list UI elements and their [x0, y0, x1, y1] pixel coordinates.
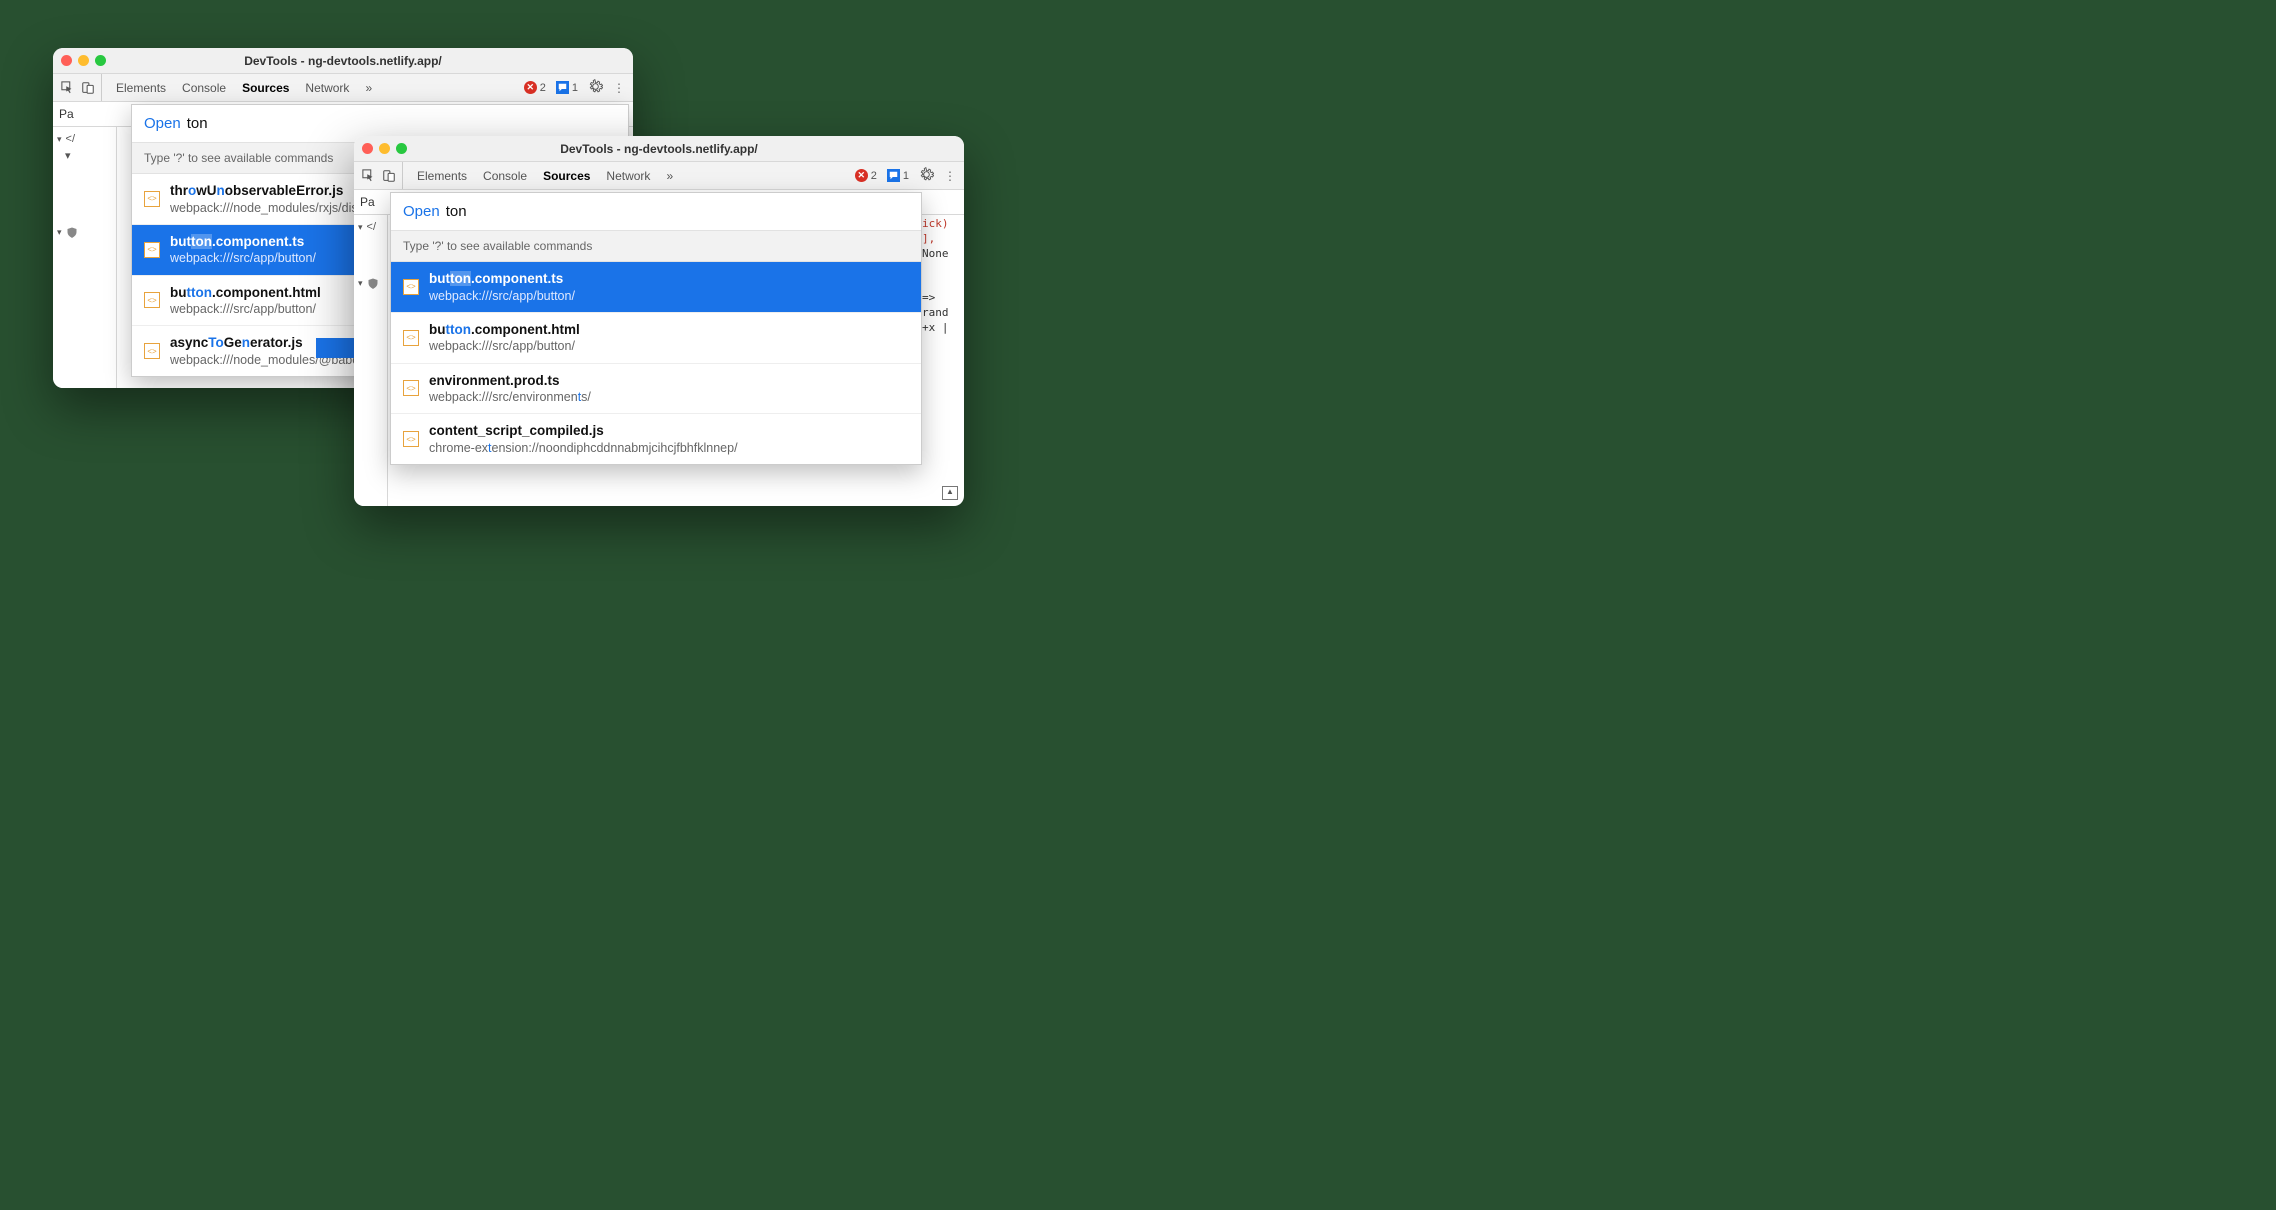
gear-icon[interactable]	[919, 167, 934, 185]
tree-row[interactable]: </	[55, 131, 114, 147]
file-icon: <>	[403, 380, 419, 396]
minimize-icon[interactable]	[379, 143, 390, 154]
message-icon	[556, 81, 569, 94]
kebab-icon[interactable]: ⋮	[944, 169, 956, 183]
zoom-icon[interactable]	[95, 55, 106, 66]
result-path: webpack:///src/app/button/	[170, 250, 316, 266]
command-menu-popover: Open Type '?' to see available commands …	[390, 192, 922, 465]
result-path: webpack:///src/app/button/	[429, 288, 575, 304]
tab-network[interactable]: Network	[305, 81, 349, 95]
window-title: DevTools - ng-devtools.netlify.app/	[53, 54, 633, 68]
inspect-icon[interactable]	[362, 169, 376, 183]
search-hint: Type '?' to see available commands	[391, 230, 921, 262]
tree-row[interactable]: </	[356, 219, 385, 235]
result-path: webpack:///src/environments/	[429, 389, 591, 405]
message-count: 1	[572, 82, 578, 94]
error-count: 2	[871, 170, 877, 182]
minimize-icon[interactable]	[78, 55, 89, 66]
file-icon: <>	[144, 191, 160, 207]
result-item[interactable]: <> button.component.tswebpack:///src/app/…	[391, 262, 921, 313]
devtools-toolbar: Elements Console Sources Network » ✕ 2 1…	[354, 162, 964, 190]
window-title: DevTools - ng-devtools.netlify.app/	[354, 142, 964, 156]
search-label: Open	[144, 115, 181, 132]
message-icon	[887, 169, 900, 182]
tab-sources[interactable]: Sources	[543, 169, 590, 183]
search-input[interactable]	[187, 115, 616, 132]
tab-console[interactable]: Console	[483, 169, 527, 183]
error-icon: ✕	[855, 169, 868, 182]
result-item[interactable]: <> content_script_compiled.jschrome-exten…	[391, 414, 921, 464]
tab-elements[interactable]: Elements	[417, 169, 467, 183]
file-icon: <>	[144, 343, 160, 359]
editor-fragment: ick) ], None => rand +x |	[922, 217, 960, 336]
inspect-icon[interactable]	[61, 81, 75, 95]
result-filename: content_script_compiled.js	[429, 422, 738, 440]
panel-tab-truncated[interactable]: Pa	[360, 195, 375, 209]
result-item[interactable]: <> button.component.htmlwebpack:///src/ap…	[391, 313, 921, 364]
search-row: Open	[391, 193, 921, 230]
titlebar: DevTools - ng-devtools.netlify.app/	[354, 136, 964, 162]
result-path: webpack:///src/app/button/	[170, 301, 321, 317]
result-filename: environment.prod.ts	[429, 372, 591, 390]
file-icon: <>	[403, 279, 419, 295]
zoom-icon[interactable]	[396, 143, 407, 154]
error-count: 2	[540, 82, 546, 94]
result-filename: button.component.ts	[429, 270, 575, 288]
tabs-overflow-icon[interactable]: »	[365, 81, 372, 95]
tab-elements[interactable]: Elements	[116, 81, 166, 95]
devtools-toolbar: Elements Console Sources Network » ✕ 2 1…	[53, 74, 633, 102]
traffic-lights	[362, 143, 407, 154]
result-path: chrome-extension://noondiphcddnnabmjcihc…	[429, 440, 738, 456]
kebab-icon[interactable]: ⋮	[613, 81, 625, 95]
close-icon[interactable]	[61, 55, 72, 66]
file-icon: <>	[403, 431, 419, 447]
device-toggle-icon[interactable]	[81, 81, 95, 95]
results-list-after: <>button.component.tswebpack:///src/app/…	[391, 262, 921, 464]
tree-row[interactable]: ▾	[55, 147, 114, 164]
device-toggle-icon[interactable]	[382, 169, 396, 183]
error-badge[interactable]: ✕ 2	[855, 169, 877, 182]
tree-row[interactable]	[356, 275, 385, 291]
result-path: webpack:///src/app/button/	[429, 338, 580, 354]
file-icon: <>	[144, 242, 160, 258]
error-badge[interactable]: ✕ 2	[524, 81, 546, 94]
message-badge[interactable]: 1	[556, 81, 578, 94]
search-input[interactable]	[446, 203, 909, 220]
result-filename: button.component.html	[170, 284, 321, 302]
sources-tree-fragment: </	[354, 215, 388, 506]
tab-console[interactable]: Console	[182, 81, 226, 95]
search-label: Open	[403, 203, 440, 220]
file-icon: <>	[403, 330, 419, 346]
error-icon: ✕	[524, 81, 537, 94]
devtools-window-after: DevTools - ng-devtools.netlify.app/ Elem…	[354, 136, 964, 506]
tree-row[interactable]	[55, 224, 114, 240]
result-filename: button.component.ts	[170, 233, 316, 251]
panel-tab-truncated[interactable]: Pa	[59, 107, 74, 121]
message-count: 1	[903, 170, 909, 182]
tab-sources[interactable]: Sources	[242, 81, 289, 95]
tab-network[interactable]: Network	[606, 169, 650, 183]
result-item[interactable]: <> environment.prod.tswebpack:///src/envi…	[391, 364, 921, 415]
drawer-toggle-icon[interactable]: ▲	[942, 486, 958, 500]
traffic-lights	[61, 55, 106, 66]
file-icon: <>	[144, 292, 160, 308]
sources-tree-fragment: </ ▾	[53, 127, 117, 388]
message-badge[interactable]: 1	[887, 169, 909, 182]
titlebar: DevTools - ng-devtools.netlify.app/	[53, 48, 633, 74]
tabs-overflow-icon[interactable]: »	[666, 169, 673, 183]
gear-icon[interactable]	[588, 79, 603, 97]
result-filename: button.component.html	[429, 321, 580, 339]
close-icon[interactable]	[362, 143, 373, 154]
